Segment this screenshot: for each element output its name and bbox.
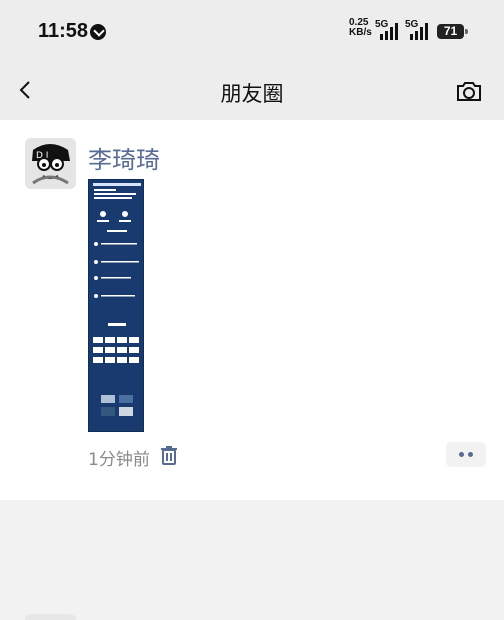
navigation-bar: 朋友圈 xyxy=(0,62,504,120)
post-time: 1分钟前 xyxy=(88,450,150,470)
moments-feed: D J 李琦琦 1分钟前 xyxy=(0,120,504,620)
cartoon-avatar-icon: D J xyxy=(25,138,76,189)
camera-icon[interactable] xyxy=(455,79,483,103)
battery-level: 71 xyxy=(437,24,464,39)
moon-icon xyxy=(90,24,106,40)
status-bar: 11:58 0.25 KB/s 5G 5G 71 xyxy=(0,0,504,62)
signal-strength-icon xyxy=(380,22,402,40)
more-dot-icon xyxy=(459,452,464,457)
more-dot-icon xyxy=(468,452,473,457)
signal-strength-secondary-icon xyxy=(410,22,432,40)
more-actions-button[interactable] xyxy=(446,442,486,467)
network-speed-unit: KB/s xyxy=(349,27,372,38)
trash-icon[interactable] xyxy=(160,445,178,465)
network-speed: 0.25 KB/s xyxy=(349,18,372,38)
avatar[interactable]: D J xyxy=(25,138,76,189)
page-title: 朋友圈 xyxy=(220,82,284,106)
status-time: 11:58 xyxy=(38,20,89,42)
author-name[interactable]: 李琦琦 xyxy=(88,140,160,175)
battery-cap-icon xyxy=(465,29,468,34)
event-poster-thumbnail xyxy=(89,180,143,431)
post-image[interactable] xyxy=(88,179,144,432)
next-avatar-peek xyxy=(25,614,76,620)
